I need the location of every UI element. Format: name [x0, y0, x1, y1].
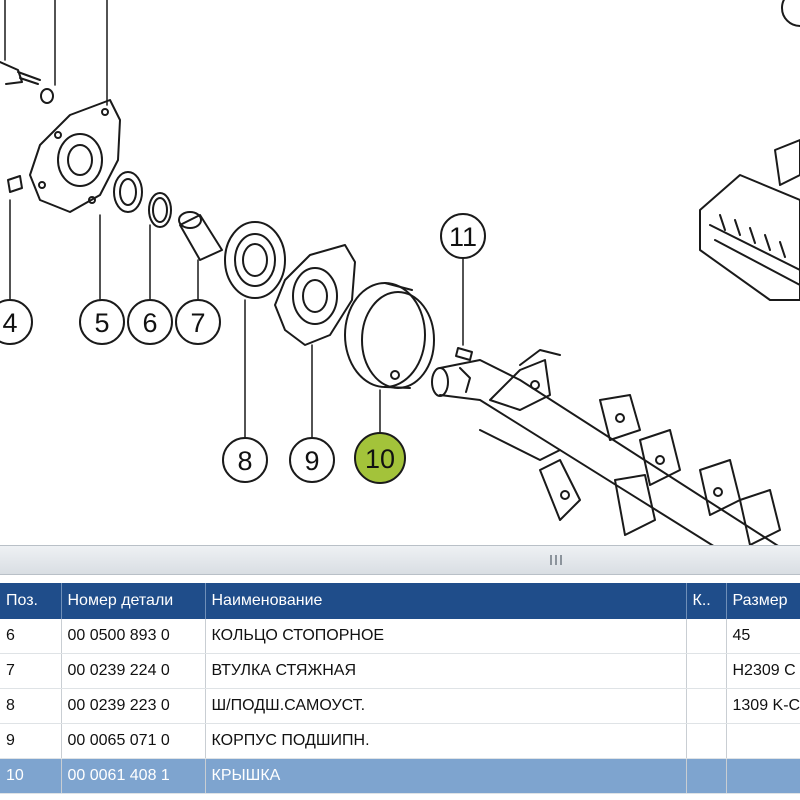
- cell-size: [726, 723, 800, 759]
- flange-housing-part[interactable]: [29, 99, 121, 213]
- snap-ring-part[interactable]: [148, 192, 172, 228]
- cell-position: 9: [0, 723, 62, 759]
- seal-ring-part[interactable]: [113, 171, 143, 213]
- column-header-position[interactable]: Поз.: [0, 583, 62, 619]
- cell-position: 6: [0, 619, 62, 654]
- cell-position: 8: [0, 688, 62, 724]
- svg-text:11: 11: [449, 222, 477, 252]
- cell-size: [726, 758, 800, 794]
- cover-part[interactable]: [344, 282, 435, 389]
- cell-quantity: [686, 619, 727, 654]
- cell-name: ВТУЛКА СТЯЖНАЯ: [205, 653, 687, 689]
- cell-quantity: [686, 758, 727, 794]
- parts-diagram[interactable]: 4 5 6 7 8 9 10 11: [0, 0, 800, 545]
- svg-text:9: 9: [304, 446, 319, 476]
- cell-quantity: [686, 653, 727, 689]
- callout-5[interactable]: 5: [79, 299, 125, 345]
- knife-bar-part[interactable]: [699, 139, 800, 301]
- pane-splitter[interactable]: [0, 545, 800, 575]
- callout-leaders: [4, 0, 464, 439]
- adapter-sleeve-part[interactable]: [178, 211, 223, 261]
- cell-name: КОЛЬЦО СТОПОРНОЕ: [205, 619, 687, 654]
- washer-part[interactable]: [40, 88, 54, 104]
- svg-text:4: 4: [2, 308, 17, 338]
- grease-nipple-part[interactable]: [7, 175, 23, 193]
- table-row[interactable]: 8 00 0239 223 0 Ш/ПОДШ.САМОУСТ. 1309 K-C: [0, 688, 800, 724]
- bolt-part[interactable]: [0, 61, 41, 85]
- column-header-quantity[interactable]: К..: [686, 583, 727, 619]
- cell-part-number: 00 0500 893 0: [61, 619, 206, 654]
- column-header-part-number[interactable]: Номер детали: [61, 583, 206, 619]
- svg-text:6: 6: [142, 308, 157, 338]
- table-header-row: Поз. Номер детали Наименование К.. Разме…: [0, 583, 800, 619]
- table-row[interactable]: 9 00 0065 071 0 КОРПУС ПОДШИПН.: [0, 723, 800, 759]
- table-row-selected[interactable]: 10 00 0061 408 1 КРЫШКА: [0, 758, 800, 794]
- parts-table: Поз. Номер детали Наименование К.. Разме…: [0, 583, 800, 800]
- callout-9[interactable]: 9: [289, 437, 335, 483]
- splitter-grip-icon[interactable]: [548, 555, 564, 565]
- callout-partial-top-right: [781, 0, 800, 27]
- exploded-view-drawing: 4 5 6 7 8 9 10 11: [0, 0, 800, 545]
- cell-name: КРЫШКА: [205, 758, 687, 794]
- callout-4[interactable]: 4: [0, 299, 33, 345]
- column-header-size[interactable]: Размер: [726, 583, 800, 619]
- callout-7[interactable]: 7: [175, 299, 221, 345]
- cell-size: 1309 K-C: [726, 688, 800, 724]
- bearing-housing-part[interactable]: [274, 244, 356, 346]
- bearing-part[interactable]: [224, 221, 286, 299]
- cell-size: H2309 C: [726, 653, 800, 689]
- key-part[interactable]: [455, 347, 473, 361]
- svg-text:10: 10: [365, 444, 395, 474]
- cell-part-number: 00 0239 224 0: [61, 653, 206, 689]
- svg-text:5: 5: [94, 308, 109, 338]
- table-row[interactable]: 7 00 0239 224 0 ВТУЛКА СТЯЖНАЯ H2309 C: [0, 653, 800, 689]
- svg-text:8: 8: [237, 446, 252, 476]
- cell-position: 10: [0, 758, 62, 794]
- cell-part-number: 00 0065 071 0: [61, 723, 206, 759]
- cell-name: Ш/ПОДШ.САМОУСТ.: [205, 688, 687, 724]
- cell-part-number: 00 0239 223 0: [61, 688, 206, 724]
- cell-size: 45: [726, 619, 800, 654]
- callout-6[interactable]: 6: [127, 299, 173, 345]
- cell-quantity: [686, 688, 727, 724]
- column-header-name[interactable]: Наименование: [205, 583, 687, 619]
- table-row[interactable]: 6 00 0500 893 0 КОЛЬЦО СТОПОРНОЕ 45: [0, 619, 800, 654]
- cell-part-number: 00 0061 408 1: [61, 758, 206, 794]
- svg-text:7: 7: [190, 308, 205, 338]
- callout-10[interactable]: 10: [354, 432, 406, 484]
- callout-8[interactable]: 8: [222, 437, 268, 483]
- cell-position: 7: [0, 653, 62, 689]
- rotor-shaft-part[interactable]: [431, 349, 800, 545]
- cell-quantity: [686, 723, 727, 759]
- callout-11[interactable]: 11: [440, 213, 486, 259]
- cell-name: КОРПУС ПОДШИПН.: [205, 723, 687, 759]
